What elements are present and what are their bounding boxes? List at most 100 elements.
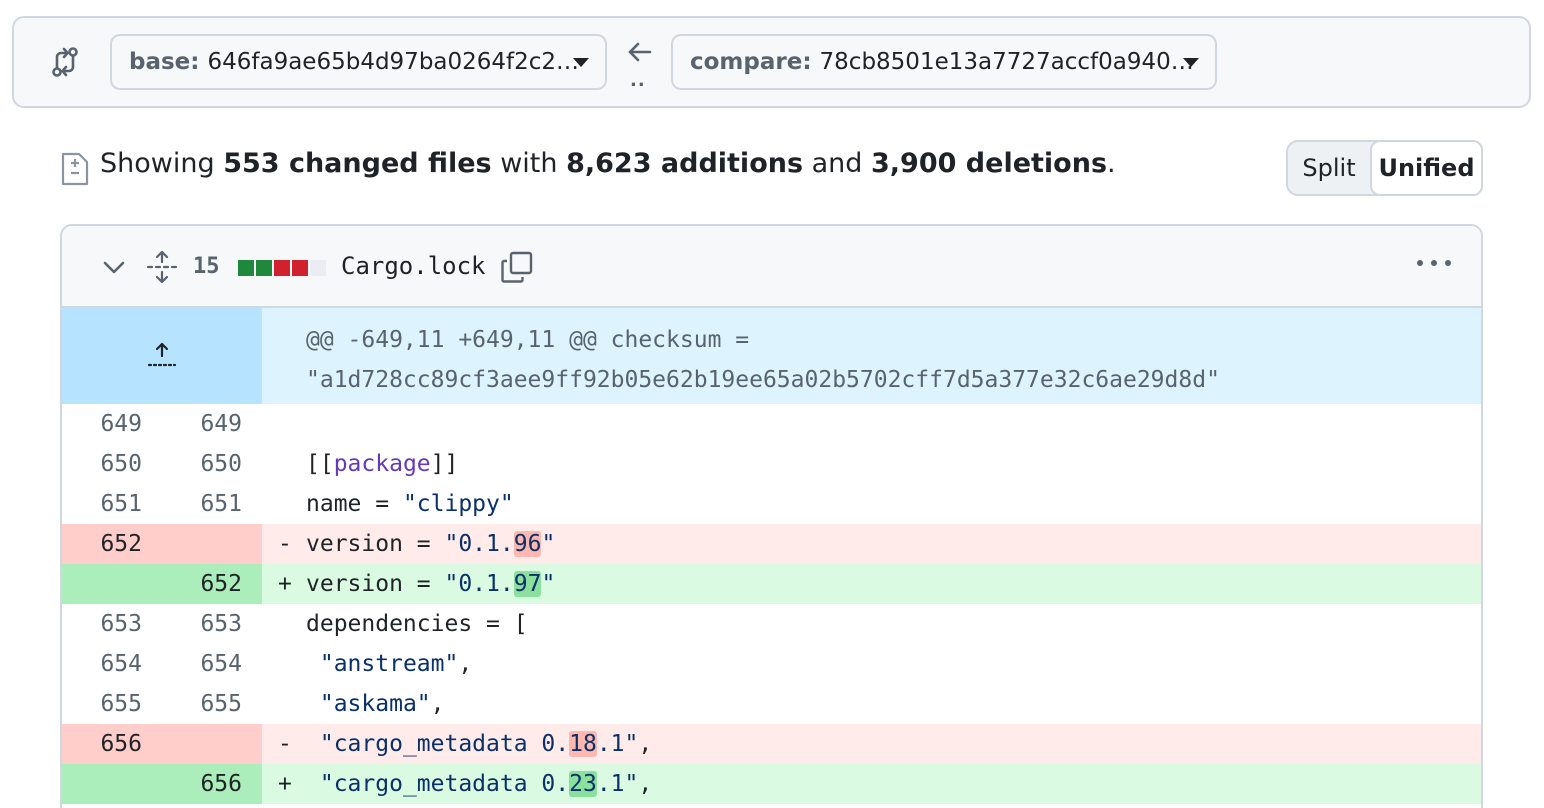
summary-text: and bbox=[803, 148, 871, 179]
new-line-number[interactable]: 649 bbox=[162, 404, 242, 444]
summary-suffix: . bbox=[1107, 148, 1116, 179]
old-line-number[interactable]: 649 bbox=[62, 404, 142, 444]
diff-line: 652 + version = "0.1.97" bbox=[62, 564, 1481, 604]
additions-count: 8,623 additions bbox=[566, 148, 804, 179]
new-line-number[interactable] bbox=[162, 524, 242, 564]
diff-line: 651 651 name = "clippy" bbox=[62, 484, 1481, 524]
diff-marker: - bbox=[278, 731, 292, 757]
diff-line: 649 649 bbox=[62, 404, 1481, 444]
new-line-number[interactable]: 653 bbox=[162, 604, 242, 644]
summary-prefix: Showing bbox=[100, 148, 224, 179]
old-line-number[interactable] bbox=[62, 564, 142, 604]
file-header: 15 Cargo.lock bbox=[62, 226, 1481, 308]
new-line-number[interactable]: 656 bbox=[162, 764, 242, 804]
new-line-number[interactable] bbox=[162, 724, 242, 764]
diffstat-square bbox=[310, 260, 326, 276]
code-line: "anstream", bbox=[306, 644, 472, 684]
diff-line: 655 655 "askama", bbox=[62, 684, 1481, 724]
diffstat-square bbox=[292, 260, 308, 276]
code-line: [[package]] bbox=[306, 444, 458, 484]
code-token: [[ bbox=[306, 451, 334, 477]
diffstat-square bbox=[238, 260, 254, 276]
base-label: base: bbox=[129, 49, 200, 75]
compare-sha: 78cb8501e13a7727accf0a940… bbox=[819, 49, 1194, 75]
code-token: , bbox=[638, 771, 653, 797]
old-line-number[interactable]: 651 bbox=[62, 484, 142, 524]
hunk-expand-gutter[interactable] bbox=[62, 308, 262, 404]
code-token: name = bbox=[306, 491, 403, 517]
new-line-number[interactable]: 652 bbox=[162, 564, 242, 604]
code-token: package bbox=[333, 451, 431, 477]
chevron-down-icon[interactable] bbox=[102, 260, 126, 276]
unified-view-button[interactable]: Unified bbox=[1370, 140, 1483, 196]
summary-text: with bbox=[491, 148, 567, 179]
old-line-number[interactable]: 653 bbox=[62, 604, 142, 644]
file-diff: 15 Cargo.lock @@ -649,11 +649,11 @@ chec… bbox=[60, 224, 1483, 808]
code-token: "0.1. bbox=[444, 531, 514, 557]
base-sha: 646fa9ae65b4d97ba0264f2c2… bbox=[207, 49, 580, 75]
old-line-number[interactable]: 650 bbox=[62, 444, 142, 484]
compare-label: compare: bbox=[690, 49, 812, 75]
diffstat-square bbox=[274, 260, 290, 276]
new-line-number[interactable]: 651 bbox=[162, 484, 242, 524]
code-token: .1" bbox=[596, 731, 639, 757]
code-token: , bbox=[430, 691, 445, 717]
change-count: 15 bbox=[193, 254, 220, 279]
diffstat-bar bbox=[238, 260, 326, 278]
diff-line: 652 - version = "0.1.96" bbox=[62, 524, 1481, 564]
diff-line: 650 650 [[package]] bbox=[62, 444, 1481, 484]
hunk-header: @@ -649,11 +649,11 @@ checksum = "a1d728… bbox=[62, 308, 1481, 404]
arrow-left-icon bbox=[628, 42, 652, 62]
chevron-down-icon bbox=[1183, 58, 1199, 67]
new-line-number[interactable]: 655 bbox=[162, 684, 242, 724]
diff-marker: + bbox=[278, 571, 292, 597]
code-token: version = bbox=[306, 571, 445, 597]
diff-line: 656 - "cargo_metadata 0.18.1", bbox=[62, 724, 1481, 764]
old-line-number[interactable]: 654 bbox=[62, 644, 142, 684]
diff-line: 653 653 dependencies = [ bbox=[62, 604, 1481, 644]
old-line-number[interactable]: 656 bbox=[62, 724, 142, 764]
new-line-number[interactable]: 654 bbox=[162, 644, 242, 684]
code-token: ]] bbox=[430, 451, 459, 477]
file-name[interactable]: Cargo.lock bbox=[341, 252, 486, 280]
code-token: "cargo_metadata 0. bbox=[319, 771, 570, 797]
code-line: "cargo_metadata 0.23.1", bbox=[306, 764, 652, 804]
git-compare-icon bbox=[52, 47, 78, 77]
diff-marker: + bbox=[278, 771, 292, 797]
code-token: " bbox=[541, 531, 556, 557]
base-ref-select[interactable]: base: 646fa9ae65b4d97ba0264f2c2… bbox=[110, 34, 607, 90]
code-token: "0.1. bbox=[444, 571, 514, 597]
code-token: , bbox=[458, 651, 473, 677]
split-view-button[interactable]: Split bbox=[1288, 142, 1370, 194]
diff-marker: - bbox=[278, 531, 292, 557]
unfold-icon[interactable] bbox=[146, 250, 178, 284]
code-token: .1" bbox=[596, 771, 639, 797]
code-token: "askama" bbox=[319, 691, 431, 717]
diff-summary: Showing 553 changed files with 8,623 add… bbox=[100, 148, 1116, 179]
old-line-number[interactable]: 655 bbox=[62, 684, 142, 724]
old-line-number[interactable] bbox=[62, 764, 142, 804]
range-dots: .. bbox=[630, 70, 646, 91]
diff-line: 654 654 "anstream", bbox=[62, 644, 1481, 684]
code-line: "askama", bbox=[306, 684, 445, 724]
code-token: "cargo_metadata 0. bbox=[319, 731, 570, 757]
compare-ref-select[interactable]: compare: 78cb8501e13a7727accf0a940… bbox=[671, 34, 1217, 90]
code-token: 23 bbox=[569, 771, 597, 797]
code-line: version = "0.1.97" bbox=[306, 564, 555, 604]
deletions-count: 3,900 deletions bbox=[871, 148, 1108, 179]
copy-icon[interactable] bbox=[500, 250, 534, 284]
code-token: 97 bbox=[513, 571, 542, 597]
expand-up-icon[interactable] bbox=[146, 340, 178, 370]
code-token: , bbox=[638, 731, 653, 757]
new-line-number[interactable]: 650 bbox=[162, 444, 242, 484]
kebab-menu-icon[interactable] bbox=[1414, 256, 1454, 270]
old-line-number[interactable]: 652 bbox=[62, 524, 142, 564]
code-token: "clippy" bbox=[402, 491, 514, 517]
file-diff-icon bbox=[61, 152, 89, 186]
code-line: version = "0.1.96" bbox=[306, 524, 555, 564]
hunk-header-text: @@ -649,11 +649,11 @@ checksum = "a1d728… bbox=[306, 327, 1220, 393]
diff-line: 656 + "cargo_metadata 0.23.1", bbox=[62, 764, 1481, 804]
